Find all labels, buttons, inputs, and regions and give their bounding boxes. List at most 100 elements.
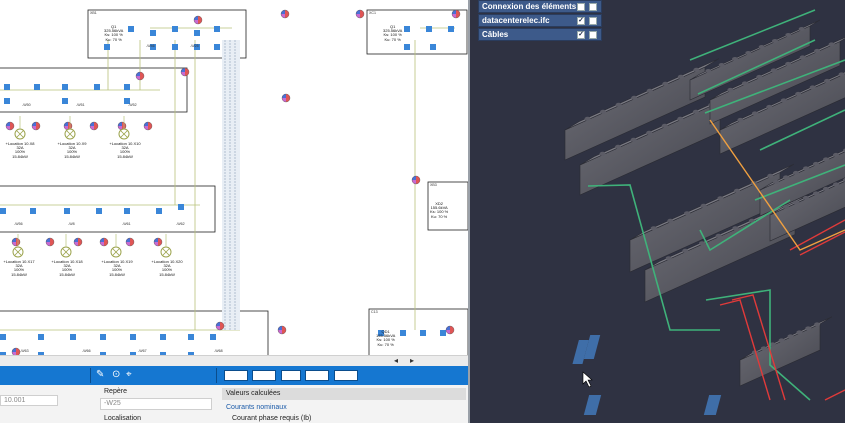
location-pin-icon[interactable]: ⊙ — [112, 369, 120, 380]
breaker-icon — [448, 26, 454, 32]
status-marker — [143, 121, 153, 131]
breaker-icon — [172, 26, 178, 32]
layer-label: datacenterelec.ifc — [482, 16, 550, 25]
blue-equipment — [572, 335, 722, 415]
layout-wave-icon[interactable] — [305, 370, 329, 381]
status-marker — [451, 9, 461, 19]
right-node3-label: QD1 155.56kVA Ks: 100 % Ku: 70 % — [376, 329, 395, 347]
breaker-icon — [214, 44, 220, 50]
status-marker — [281, 93, 291, 103]
layer-label: Connexion des éléments — [482, 2, 577, 11]
layers-panel: Connexion des éléments datacenterelec.if… — [478, 0, 602, 42]
layer-lock-checkbox[interactable] — [589, 16, 597, 25]
breaker-icon — [400, 330, 406, 336]
layout-table-icon[interactable] — [334, 370, 358, 381]
breaker-icon — [178, 204, 184, 210]
breaker-icon — [156, 208, 162, 214]
cable-label: -W62 — [176, 222, 185, 226]
cable-label: -W8 — [68, 222, 75, 226]
cable-label: -W56 — [14, 222, 23, 226]
status-marker — [99, 237, 109, 247]
breaker-icon — [430, 44, 436, 50]
load-label: +Location 10.X9 32A 100% 15.84kW — [57, 141, 87, 159]
load-symbols — [12, 116, 172, 258]
layer-visible-checkbox[interactable] — [577, 2, 585, 11]
load-label: +Location 10.X10 32A 100% 15.84kW — [109, 141, 141, 159]
breaker-icon — [130, 334, 136, 340]
layer-label: Câbles — [482, 30, 509, 39]
right-node2-label: XD2 155.6kVA Ks: 100 % Ku: 70 % — [430, 201, 448, 219]
status-marker — [215, 321, 225, 331]
status-marker — [45, 237, 55, 247]
schematic-canvas[interactable]: XB1 XC1 Q1 325.56kVA Ks: 100 % Ku: 70 % … — [0, 0, 468, 423]
layout-grid-icon[interactable] — [224, 370, 248, 381]
breaker-icon — [64, 208, 70, 214]
breaker-icon — [124, 208, 130, 214]
status-marker — [445, 325, 455, 335]
breaker-icon — [404, 26, 410, 32]
box-title-right: XC1 — [369, 11, 376, 15]
breaker-icon — [34, 84, 40, 90]
cable-label: -W63 — [20, 349, 29, 353]
layer-row-ifc[interactable]: datacenterelec.ifc ✓ — [478, 14, 602, 27]
breaker-icon — [404, 44, 410, 50]
box-label: XB3 — [430, 183, 437, 187]
breaker-icon — [124, 84, 130, 90]
3d-scene[interactable] — [470, 0, 845, 423]
computed-values-header[interactable]: Valeurs calculées — [222, 388, 466, 400]
horizontal-scrollbar[interactable]: ◂ ▸ — [0, 355, 468, 366]
toolbar-separator — [216, 368, 217, 383]
status-marker — [5, 121, 15, 131]
box-label: C13 — [371, 310, 378, 314]
layer-lock-checkbox[interactable] — [589, 30, 597, 39]
load-label: +Location 10.X18 32A 100% 15.84kW — [51, 259, 83, 277]
status-marker — [180, 67, 190, 77]
layer-row-cables[interactable]: Câbles ✓ — [478, 28, 602, 41]
breaker-icon — [0, 334, 6, 340]
breaker-icon — [38, 334, 44, 340]
layer-lock-checkbox[interactable] — [589, 2, 597, 11]
status-marker — [153, 237, 163, 247]
status-marker — [31, 121, 41, 131]
right-node-label: Q1 325.56kVA Ks: 100 % Ku: 70 % — [383, 24, 402, 42]
load-label: +Location 10.X20 32A 100% 15.84kW — [151, 259, 183, 277]
status-marker — [193, 15, 203, 25]
repere-field[interactable]: -W25 — [100, 398, 212, 410]
breaker-icon — [440, 330, 446, 336]
breaker-icon — [0, 208, 6, 214]
scroll-left-arrow[interactable]: ◂ — [394, 356, 398, 365]
cable-label: -W61 — [122, 222, 131, 226]
3d-viewport[interactable] — [470, 0, 845, 423]
load-symbol — [110, 234, 122, 258]
schematic-drawing[interactable] — [0, 0, 468, 366]
breaker-icon — [62, 98, 68, 104]
target-icon[interactable]: ⌖ — [126, 369, 132, 380]
pencil-icon[interactable]: ✎ — [96, 369, 104, 380]
cable-label: -W66 — [82, 349, 91, 353]
breaker-icon — [94, 84, 100, 90]
right-node3-line3: Ku: 70 % — [377, 341, 394, 347]
status-marker — [277, 325, 287, 335]
localisation-label: Localisation — [104, 415, 141, 422]
value-field[interactable]: 10.001 — [0, 395, 58, 406]
layer-visible-checkbox[interactable]: ✓ — [577, 30, 585, 39]
breaker-icon — [100, 334, 106, 340]
layout-list-icon[interactable] — [281, 370, 301, 381]
layer-row-connexion[interactable]: Connexion des éléments — [478, 0, 602, 13]
status-marker — [135, 71, 145, 81]
nominal-currents-subheader[interactable]: Courants nominaux — [226, 404, 287, 411]
load-symbol — [14, 116, 26, 140]
layout-chart-icon[interactable] — [252, 370, 276, 381]
breaker-icon — [70, 334, 76, 340]
load-label: +Location 10.X17 32A 100% 15.84kW — [3, 259, 35, 277]
load-label: +Location 10.X8 32A 100% 15.84kW — [5, 141, 35, 159]
status-marker — [280, 9, 290, 19]
layer-visible-checkbox[interactable]: ✓ — [577, 16, 585, 25]
cable-label: -W67 — [138, 349, 147, 353]
status-marker — [89, 121, 99, 131]
toolbar-separator — [90, 368, 91, 383]
riser-column[interactable] — [222, 40, 240, 330]
scroll-right-arrow[interactable]: ▸ — [410, 356, 414, 365]
breaker-icon — [210, 334, 216, 340]
repere-label: Repère — [104, 388, 127, 395]
